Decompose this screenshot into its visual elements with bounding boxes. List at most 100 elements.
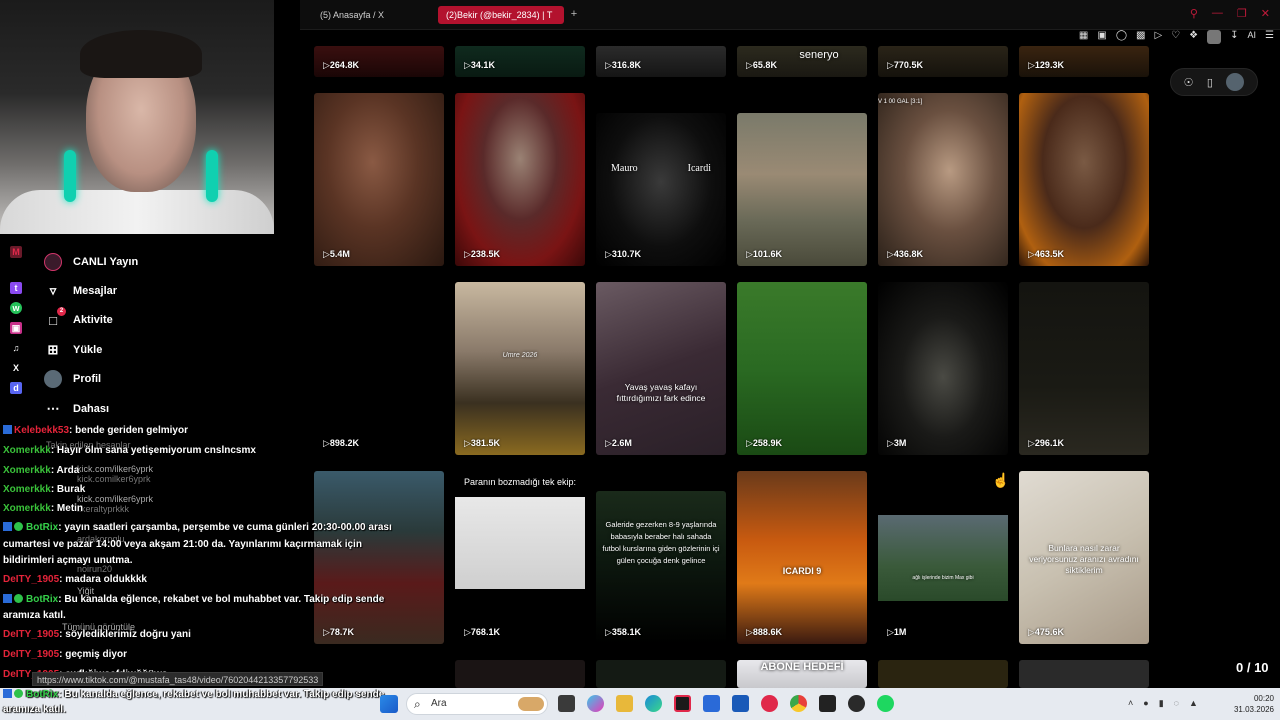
- store-icon[interactable]: [703, 695, 720, 712]
- bookmark-icon[interactable]: ▦: [1079, 30, 1088, 44]
- video-card[interactable]: ICARDI 9 888.6K: [737, 471, 867, 644]
- chat-text: : söylediklerimiz doğru yani: [59, 629, 191, 640]
- screenshot-icon[interactable]: ▣: [1097, 30, 1106, 44]
- minimize-icon[interactable]: —: [1212, 7, 1223, 20]
- phone-icon[interactable]: ▯: [1207, 76, 1213, 89]
- video-card[interactable]: [1019, 660, 1149, 688]
- video-card[interactable]: 316.8K: [596, 46, 726, 77]
- following-account[interactable]: kick.com/ilker6yprk: [77, 464, 153, 474]
- outlook-icon[interactable]: [732, 695, 749, 712]
- menu-icon[interactable]: ☰: [1265, 30, 1274, 44]
- opera-icon[interactable]: [761, 695, 778, 712]
- tiktok-icon[interactable]: ♫: [10, 342, 22, 354]
- video-caption: Mauro Icardi: [611, 163, 711, 174]
- video-card[interactable]: Paranın bozmadığı tek ekip: 768.1K: [455, 471, 585, 644]
- video-card[interactable]: ABONE HEDEFİ: [737, 660, 867, 688]
- following-account[interactable]: kick.com/ilker6yprk: [77, 494, 153, 504]
- edge-icon[interactable]: [645, 695, 662, 712]
- video-card[interactable]: 296.1K: [1019, 282, 1149, 455]
- video-card[interactable]: [455, 660, 585, 688]
- video-card[interactable]: 129.3K: [1019, 46, 1149, 77]
- search-icon[interactable]: ⚲: [1190, 7, 1198, 20]
- opera-gx-icon[interactable]: [674, 695, 691, 712]
- nav-profile[interactable]: Profil: [44, 365, 264, 394]
- video-card[interactable]: 34.1K: [455, 46, 585, 77]
- video-card[interactable]: 3M: [878, 282, 1008, 455]
- badge-icon: [3, 689, 12, 698]
- chat-message: aramıza katıl.: [3, 703, 66, 717]
- task-view-icon[interactable]: [558, 695, 575, 712]
- network-icon[interactable]: ●: [1143, 698, 1148, 709]
- nav-more[interactable]: ⋯ Dahası: [44, 394, 264, 423]
- whatsapp-icon[interactable]: w: [10, 302, 22, 314]
- obs-icon[interactable]: [819, 695, 836, 712]
- copilot-icon[interactable]: [587, 695, 604, 712]
- microphone-icon[interactable]: ▮: [1159, 698, 1164, 709]
- view-count: 78.7K: [323, 627, 354, 638]
- chat-user: Kelebekk53: [14, 425, 70, 436]
- shield-icon[interactable]: ◯: [1116, 30, 1127, 44]
- video-card[interactable]: Umre 2026 381.5K: [455, 282, 585, 455]
- video-card[interactable]: ağlı işlerinde bizim Max gibi 1M: [878, 471, 1008, 644]
- video-card[interactable]: 78.7K: [314, 471, 444, 644]
- nav-activity[interactable]: □ 2 Aktivite: [44, 306, 264, 335]
- chat-message: aramıza katıl.: [3, 609, 66, 623]
- chat-text: : Metin: [50, 503, 84, 514]
- discord-icon[interactable]: d: [10, 382, 22, 394]
- volume-icon[interactable]: ▲: [1189, 698, 1198, 709]
- profile-avatar[interactable]: [1207, 30, 1222, 44]
- user-avatar[interactable]: [1226, 73, 1245, 91]
- video-card[interactable]: Mauro Icardi 310.7K: [596, 113, 726, 266]
- video-card[interactable]: seneryo 65.8K: [737, 46, 867, 77]
- tab-tiktok-profile[interactable]: (2)Bekir (@bekir_2834) | T: [438, 6, 564, 24]
- wifi-icon[interactable]: ◌: [1174, 698, 1179, 709]
- twitch-icon[interactable]: t: [10, 282, 22, 294]
- restore-icon[interactable]: ❐: [1237, 7, 1247, 20]
- file-explorer-icon[interactable]: [616, 695, 633, 712]
- compass-icon[interactable]: ☉: [1184, 76, 1194, 89]
- video-card[interactable]: 5.4M: [314, 93, 444, 266]
- following-account-sub: kick.comilker6yprk: [77, 474, 151, 484]
- video-card[interactable]: V 1 00 GAL [3:1] 436.8K: [878, 93, 1008, 266]
- video-card[interactable]: Yavaş yavaş kafayı fıttırdığımızı fark e…: [596, 282, 726, 455]
- floating-controls: ☉ ▯: [1170, 68, 1258, 96]
- windows-start-icon[interactable]: [380, 695, 398, 713]
- nav-messages[interactable]: ▿ Mesajlar: [44, 276, 264, 305]
- video-card[interactable]: [878, 660, 1008, 688]
- view-count: 898.2K: [323, 438, 359, 449]
- tab-x-home[interactable]: (5) Anasayfa / X: [312, 6, 432, 24]
- nav-upload[interactable]: ⊞ Yükle: [44, 335, 264, 364]
- chrome-icon[interactable]: [790, 695, 807, 712]
- download-icon[interactable]: ↧: [1230, 30, 1238, 44]
- view-count: 358.1K: [605, 627, 641, 638]
- translate-icon[interactable]: ▩: [1136, 30, 1145, 44]
- chevron-up-icon[interactable]: ˄: [1128, 698, 1133, 709]
- close-icon[interactable]: ✕: [1261, 7, 1270, 20]
- nav-live[interactable]: CANLI Yayın: [44, 247, 264, 276]
- video-card[interactable]: [596, 660, 726, 688]
- x-icon[interactable]: X: [10, 362, 22, 374]
- video-card[interactable]: 463.5K: [1019, 93, 1149, 266]
- app-icon[interactable]: [848, 695, 865, 712]
- play-icon[interactable]: ▷: [1154, 30, 1162, 44]
- video-card[interactable]: 770.5K: [878, 46, 1008, 77]
- instagram-icon[interactable]: ▣: [10, 322, 22, 334]
- video-caption: Paranın bozmadığı tek ekip:: [463, 477, 577, 487]
- video-card[interactable]: 898.2K: [314, 282, 444, 455]
- taskbar-clock[interactable]: 00:20 31.03.2026: [1224, 693, 1274, 715]
- new-tab-button[interactable]: +: [568, 8, 580, 20]
- heart-icon[interactable]: ♡: [1171, 30, 1180, 44]
- video-card[interactable]: 238.5K: [455, 93, 585, 266]
- video-caption: Bunlara nasıl zarar veriyorsunuz aranızı…: [1029, 543, 1139, 575]
- ai-button[interactable]: AI: [1248, 30, 1257, 44]
- extensions-icon[interactable]: ❖: [1189, 30, 1198, 44]
- video-card[interactable]: 258.9K: [737, 282, 867, 455]
- video-card[interactable]: Galeride gezerken 8-9 yaşlarında babasıy…: [596, 491, 726, 644]
- video-card[interactable]: Bunlara nasıl zarar veriyorsunuz aranızı…: [1019, 471, 1149, 644]
- weather-widget-icon[interactable]: [518, 697, 544, 711]
- view-count: 65.8K: [746, 60, 777, 71]
- video-card[interactable]: 101.6K: [737, 113, 867, 266]
- kick-icon[interactable]: M: [10, 246, 22, 258]
- video-card[interactable]: 264.8K: [314, 46, 444, 77]
- spotify-icon[interactable]: [877, 695, 894, 712]
